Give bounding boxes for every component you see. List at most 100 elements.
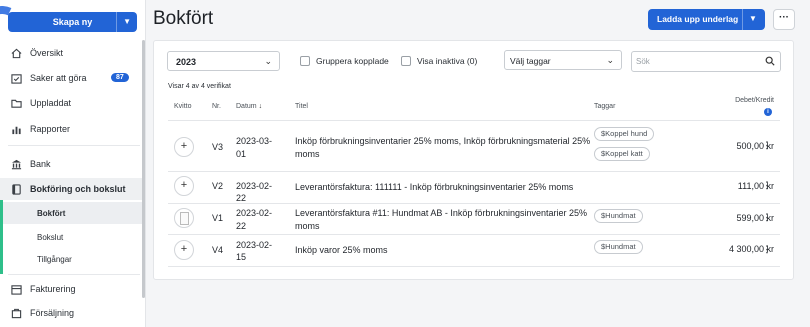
upload-documents-button[interactable]: Ladda upp underlag ▼	[648, 9, 765, 30]
year-select[interactable]: 2023 ⌄	[167, 51, 280, 71]
results-summary: Visar 4 av 4 verifikat	[168, 83, 231, 90]
bank-icon	[10, 158, 22, 170]
row-title-line-1[interactable]: Leverantörsfaktura: 111111 - Inköp förbr…	[295, 181, 573, 193]
date-part-2: 15	[236, 252, 247, 262]
column-header-datum-label: Datum	[236, 103, 257, 110]
date-part-2: 01	[236, 149, 247, 159]
tag-badge[interactable]: $Koppel hund	[594, 127, 655, 141]
sort-desc-icon: ↓	[258, 103, 263, 110]
upload-label: Ladda upp underlag	[657, 14, 739, 24]
sidebar-item-saker-att-gora[interactable]: Saker att göra 87	[0, 67, 142, 89]
search-input[interactable]	[636, 55, 756, 68]
todo-count-badge: 87	[111, 73, 129, 82]
sidebar-divider	[8, 145, 140, 146]
sidebar-item-label: Översikt	[30, 48, 64, 58]
date-part-2: 22	[236, 221, 247, 231]
group-linked-checkbox[interactable]	[300, 56, 310, 66]
create-new-button[interactable]: Skapa ny ▼	[8, 12, 137, 32]
search-icon[interactable]	[765, 56, 775, 68]
column-header-kvitto: Kvitto	[174, 103, 192, 110]
page-title: Bokfört	[153, 8, 214, 29]
sidebar-item-label: Uppladdat	[30, 98, 72, 108]
chevron-down-icon: ⌄	[606, 55, 614, 65]
document-icon	[180, 212, 189, 225]
tag-badge[interactable]: $Hundmat	[594, 209, 643, 223]
row-menu-icon[interactable]: ⋮	[762, 212, 772, 223]
column-header-datum[interactable]: Datum ↓	[236, 103, 262, 110]
tag-badge[interactable]: $Hundmat	[594, 240, 643, 254]
column-header-taggar: Taggar	[594, 103, 616, 110]
sidebar-item-forsaljning[interactable]: Försäljning	[0, 302, 142, 324]
date-part-1: 2023-02-	[236, 208, 273, 218]
amount: 111,00 kr	[737, 181, 774, 191]
row-menu-icon[interactable]: ⋮	[762, 140, 772, 151]
sidebar-subitem-label: Bokfört	[37, 209, 66, 218]
calendar-check-icon	[10, 72, 22, 84]
row-title-line-1[interactable]: Inköp varor 25% moms	[295, 244, 388, 256]
sidebar: Skapa ny ▼ Översikt Saker att göra 87 Up…	[0, 0, 146, 327]
sidebar-item-fakturering[interactable]: Fakturering	[0, 278, 142, 300]
show-inactive-label: Visa inaktiva (0)	[417, 56, 478, 66]
row-divider	[168, 266, 780, 267]
sidebar-subitem-tillgangar[interactable]: Tillgångar	[3, 248, 142, 270]
sidebar-item-label: Bank	[30, 159, 51, 169]
row-divider	[168, 234, 780, 235]
amount: 599,00 kr	[736, 213, 774, 223]
column-header-nr: Nr.	[212, 103, 221, 110]
verification-number: V3	[212, 142, 224, 152]
info-icon[interactable]: i	[764, 108, 772, 116]
sidebar-item-bank[interactable]: Bank	[0, 153, 142, 175]
column-header-debet-kredit: Debet/Kredit	[735, 97, 774, 104]
row-title-line-1[interactable]: Leverantörsfaktura #11: Hundmat AB - Ink…	[295, 207, 587, 219]
row-title-line-2: moms	[295, 149, 320, 159]
year-value: 2023	[176, 57, 197, 67]
row-menu-icon[interactable]: ⋮	[762, 180, 772, 191]
amount: 4 300,00 kr	[728, 244, 774, 254]
sidebar-item-label: Rapporter	[30, 124, 71, 134]
chevron-down-icon[interactable]: ▼	[123, 17, 131, 26]
row-title-line-1[interactable]: Inköp förbrukningsinventarier 25% moms, …	[295, 135, 590, 147]
sidebar-subitem-bokslut[interactable]: Bokslut	[3, 226, 142, 248]
add-receipt-button[interactable]: +	[174, 176, 194, 196]
book-icon	[10, 183, 22, 195]
verification-number: V4	[212, 245, 224, 255]
bar-chart-icon	[10, 123, 22, 135]
sidebar-scrollbar[interactable]	[142, 40, 145, 298]
row-divider	[168, 203, 780, 204]
sidebar-item-label: Bokföring och bokslut	[30, 184, 126, 194]
date-part-1: 2023-03-	[236, 136, 273, 146]
sidebar-subitem-bokfort[interactable]: Bokfört	[3, 202, 142, 224]
tag-badge[interactable]: $Koppel katt	[594, 147, 650, 161]
sidebar-divider	[8, 274, 140, 275]
chevron-down-icon[interactable]: ▼	[749, 14, 757, 23]
more-options-button[interactable]: ···	[773, 9, 795, 30]
search-box	[631, 51, 781, 72]
show-inactive-checkbox[interactable]	[401, 56, 411, 66]
folder-icon	[10, 97, 22, 109]
sidebar-subitem-label: Tillgångar	[37, 255, 72, 264]
column-header-titel: Titel	[295, 103, 308, 110]
date-part-1: 2023-02-	[236, 240, 273, 250]
sidebar-subitem-label: Bokslut	[37, 233, 64, 242]
date-part-1: 2023-02-	[236, 181, 273, 191]
amount: 500,00 kr	[736, 141, 774, 151]
row-menu-icon[interactable]: ⋮	[762, 244, 772, 255]
sidebar-item-label: Saker att göra	[30, 73, 87, 83]
receipt-thumbnail[interactable]	[174, 208, 194, 228]
sidebar-item-uppladdat[interactable]: Uppladdat	[0, 92, 142, 114]
sidebar-item-label: Försäljning	[30, 308, 75, 318]
add-receipt-button[interactable]: +	[174, 240, 194, 260]
chevron-down-icon: ⌄	[264, 56, 272, 66]
sidebar-item-bokforing[interactable]: Bokföring och bokslut	[0, 178, 142, 200]
cart-icon	[10, 307, 22, 319]
sidebar-item-rapporter[interactable]: Rapporter	[0, 118, 142, 140]
table-header-divider	[168, 120, 780, 121]
verification-number: V1	[212, 213, 224, 223]
tags-select[interactable]: Välj taggar ⌄	[504, 50, 622, 70]
tags-placeholder: Välj taggar	[510, 56, 551, 66]
verification-number: V2	[212, 181, 224, 191]
home-icon	[10, 47, 22, 59]
row-title-line-2: moms	[295, 221, 320, 231]
sidebar-item-oversikt[interactable]: Översikt	[0, 42, 142, 64]
add-receipt-button[interactable]: +	[174, 137, 194, 157]
